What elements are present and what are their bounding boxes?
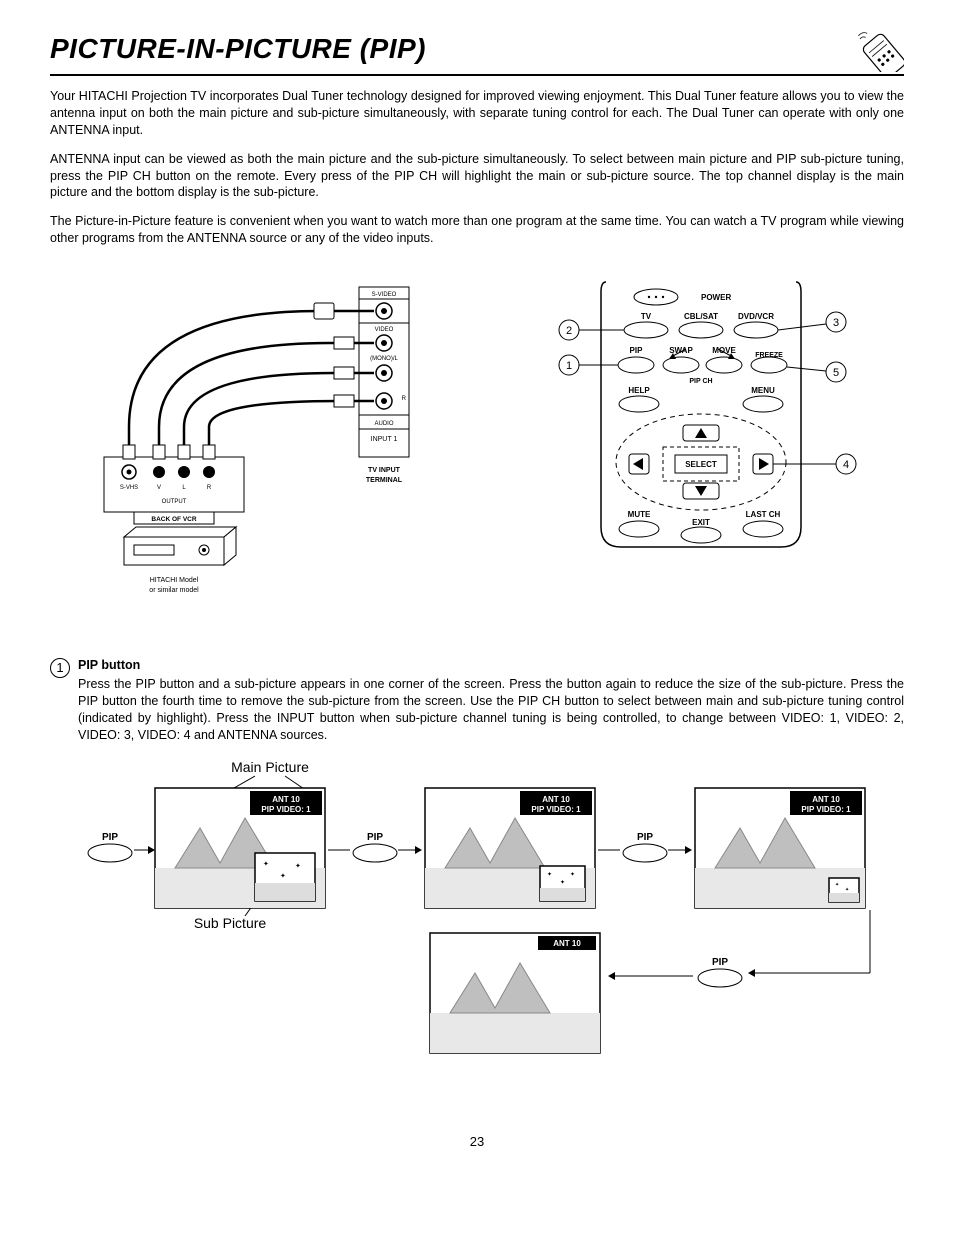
svg-text:Sub Picture: Sub Picture bbox=[194, 915, 267, 931]
remote-control-icon bbox=[856, 30, 904, 72]
svg-text:MOVE: MOVE bbox=[712, 346, 736, 355]
svg-text:PIP VIDEO: 1: PIP VIDEO: 1 bbox=[531, 805, 581, 814]
svg-text:S-VIDEO: S-VIDEO bbox=[371, 292, 396, 298]
callout-number-1: 1 bbox=[50, 658, 70, 678]
svg-text:TV: TV bbox=[640, 312, 651, 321]
svg-text:3: 3 bbox=[832, 317, 838, 329]
svg-text:MUTE: MUTE bbox=[627, 510, 650, 519]
svg-text:PIP VIDEO: 1: PIP VIDEO: 1 bbox=[261, 805, 311, 814]
svg-text:TERMINAL: TERMINAL bbox=[365, 477, 402, 484]
svg-text:ANT 10: ANT 10 bbox=[812, 795, 840, 804]
svg-text:✦: ✦ bbox=[560, 879, 565, 886]
vcr-connection-diagram: S-VIDEO VIDEO (MONO)/L R AUDIO INPUT 1 T… bbox=[50, 277, 457, 617]
svg-text:VIDEO: VIDEO bbox=[374, 327, 393, 333]
diagram-row: S-VIDEO VIDEO (MONO)/L R AUDIO INPUT 1 T… bbox=[50, 277, 904, 617]
section-pip-button: 1 PIP button Press the PIP button and a … bbox=[50, 657, 904, 743]
section-title: PIP button bbox=[78, 657, 904, 674]
svg-text:S-VHS: S-VHS bbox=[119, 485, 137, 491]
svg-text:✦: ✦ bbox=[570, 871, 575, 878]
section-description: Press the PIP button and a sub-picture a… bbox=[78, 676, 904, 744]
svg-text:5: 5 bbox=[832, 367, 838, 379]
svg-text:✦: ✦ bbox=[547, 871, 552, 878]
svg-text:✦: ✦ bbox=[263, 860, 269, 868]
svg-text:R: R bbox=[206, 485, 211, 491]
svg-text:PIP: PIP bbox=[712, 957, 728, 968]
intro-para-2: ANTENNA input can be viewed as both the … bbox=[50, 151, 904, 202]
svg-text:1: 1 bbox=[565, 360, 571, 372]
svg-text:R: R bbox=[401, 396, 406, 402]
svg-text:4: 4 bbox=[842, 459, 848, 471]
svg-text:BACK OF VCR: BACK OF VCR bbox=[151, 516, 196, 523]
svg-text:V: V bbox=[156, 485, 160, 491]
svg-text:AUDIO: AUDIO bbox=[374, 421, 393, 427]
svg-text:POWER: POWER bbox=[701, 293, 731, 302]
svg-text:LAST CH: LAST CH bbox=[745, 510, 780, 519]
svg-text:✦: ✦ bbox=[845, 887, 849, 893]
svg-text:HELP: HELP bbox=[628, 386, 650, 395]
svg-text:✦: ✦ bbox=[295, 862, 301, 870]
svg-text:ANT 10: ANT 10 bbox=[272, 795, 300, 804]
svg-text:MENU: MENU bbox=[751, 386, 775, 395]
svg-text:PIP: PIP bbox=[637, 832, 653, 843]
svg-text:INPUT 1: INPUT 1 bbox=[370, 436, 397, 443]
svg-text:TV INPUT: TV INPUT bbox=[368, 467, 401, 474]
svg-text:PIP: PIP bbox=[629, 346, 643, 355]
svg-text:✦: ✦ bbox=[835, 882, 839, 888]
intro-para-1: Your HITACHI Projection TV incorporates … bbox=[50, 88, 904, 139]
svg-text:CBL/SAT: CBL/SAT bbox=[683, 312, 717, 321]
svg-text:OUTPUT: OUTPUT bbox=[161, 499, 186, 505]
svg-text:PIP: PIP bbox=[367, 832, 383, 843]
header-row: PICTURE-IN-PICTURE (PIP) bbox=[50, 30, 904, 76]
svg-text:DVD/VCR: DVD/VCR bbox=[737, 312, 773, 321]
svg-text:Main Picture: Main Picture bbox=[231, 759, 309, 775]
pip-sequence-diagram: Main Picture Sub Picture ANT 10 PIP VIDE… bbox=[50, 758, 904, 1083]
remote-control-diagram: POWER TV CBL/SAT DVD/VCR PIP SWAP MOVE F… bbox=[497, 277, 904, 557]
svg-text:2: 2 bbox=[565, 325, 571, 337]
svg-text:PIP CH: PIP CH bbox=[689, 378, 712, 385]
svg-text:HITACHI Model: HITACHI Model bbox=[149, 577, 198, 584]
page-number: 23 bbox=[50, 1133, 904, 1151]
svg-text:PIP VIDEO: 1: PIP VIDEO: 1 bbox=[801, 805, 851, 814]
svg-text:✦: ✦ bbox=[280, 872, 286, 880]
svg-text:EXIT: EXIT bbox=[692, 518, 710, 527]
svg-text:(MONO)/L: (MONO)/L bbox=[370, 356, 398, 362]
svg-text:ANT 10: ANT 10 bbox=[553, 939, 581, 948]
svg-text:SELECT: SELECT bbox=[685, 460, 717, 469]
svg-text:ANT 10: ANT 10 bbox=[542, 795, 570, 804]
svg-text:or similar model: or similar model bbox=[149, 587, 199, 594]
intro-para-3: The Picture-in-Picture feature is conven… bbox=[50, 213, 904, 247]
svg-text:PIP: PIP bbox=[102, 832, 118, 843]
page-title: PICTURE-IN-PICTURE (PIP) bbox=[50, 30, 426, 68]
